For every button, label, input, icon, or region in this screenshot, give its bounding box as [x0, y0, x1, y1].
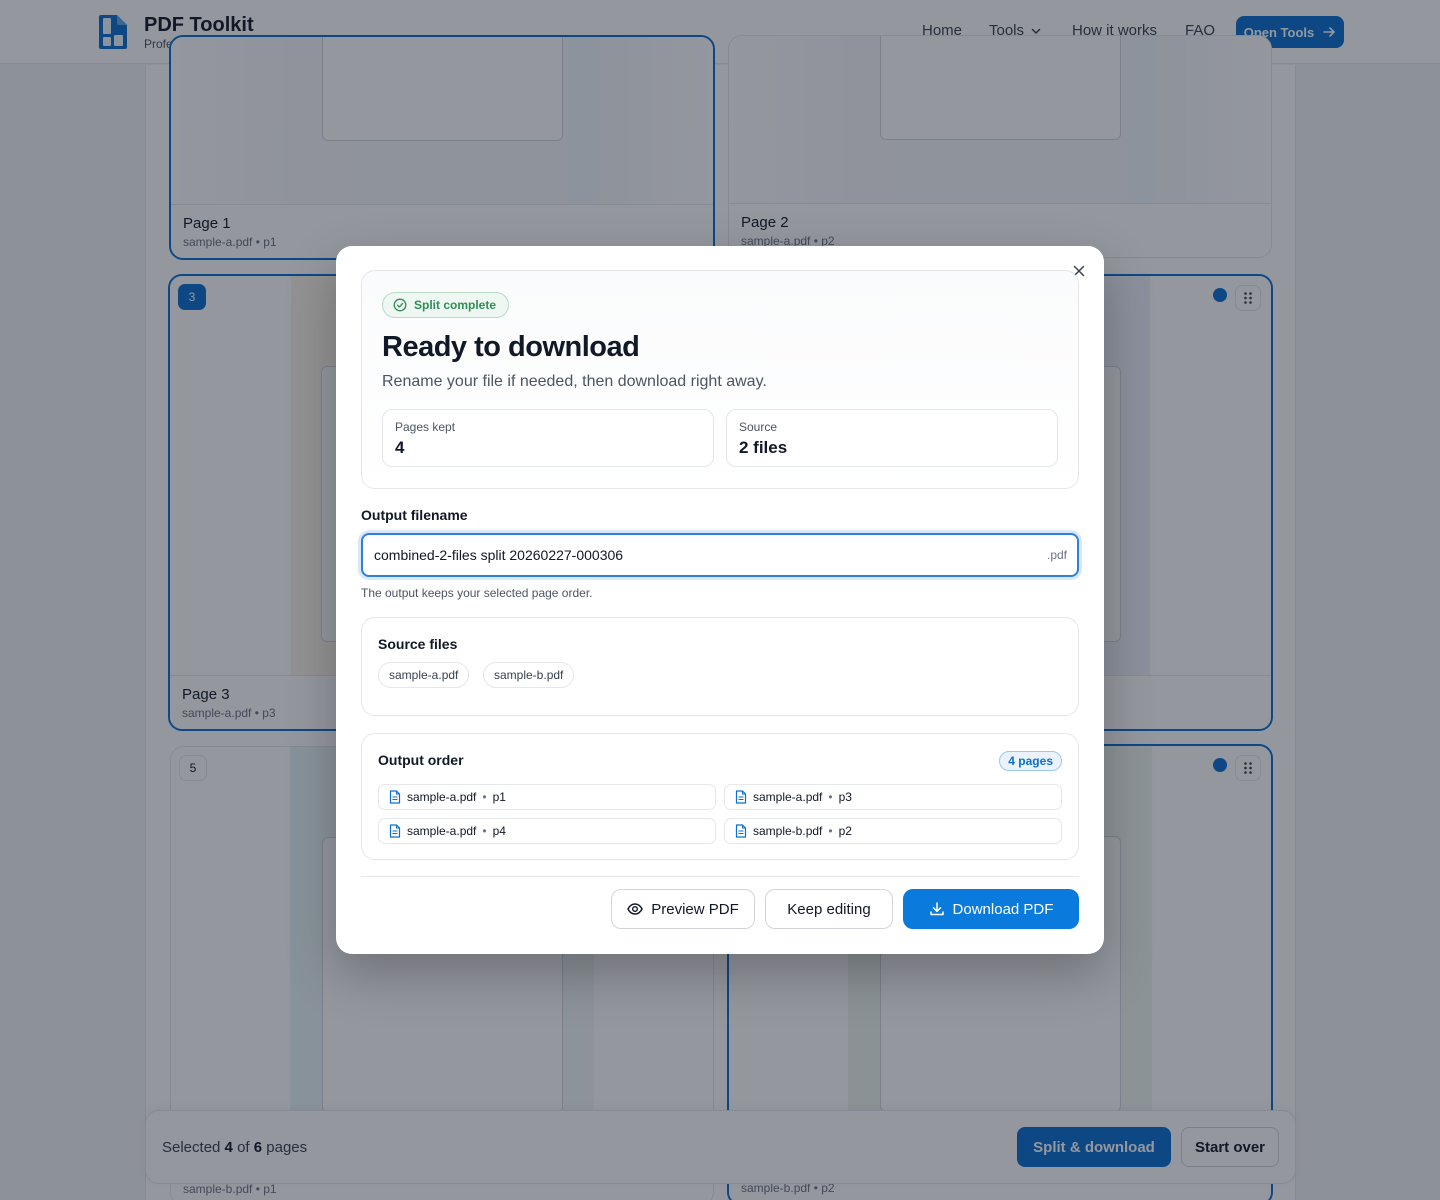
download-icon	[929, 902, 944, 916]
order-page: p2	[838, 824, 852, 838]
source-file-chip: sample-b.pdf	[483, 662, 575, 688]
status-label: Split complete	[414, 298, 497, 312]
filename-input[interactable]	[363, 535, 1023, 575]
order-separator: •	[482, 790, 487, 804]
result-summary: Split complete Ready to download Rename …	[361, 270, 1079, 489]
stat-label: Pages kept	[395, 420, 456, 434]
order-separator: •	[828, 824, 833, 838]
download-dialog: Split complete Ready to download Rename …	[336, 246, 1104, 954]
stat-label: Source	[739, 420, 778, 434]
eye-icon	[627, 903, 643, 915]
order-file: sample-b.pdf	[753, 824, 823, 838]
order-file: sample-a.pdf	[407, 790, 477, 804]
file-icon	[389, 790, 401, 804]
check-circle-icon	[393, 298, 407, 312]
keep-editing-label: Keep editing	[787, 900, 871, 918]
keep-editing-button[interactable]: Keep editing	[765, 889, 893, 929]
order-item: sample-a.pdf • p3	[724, 784, 1062, 810]
page-count-badge: 4 pages	[999, 751, 1062, 771]
source-files-title: Source files	[378, 636, 458, 652]
order-file: sample-a.pdf	[753, 790, 823, 804]
filename-label: Output filename	[361, 507, 468, 523]
stat-pages-kept: Pages kept 4	[382, 409, 714, 467]
download-pdf-label: Download PDF	[952, 900, 1054, 918]
preview-pdf-button[interactable]: Preview PDF	[611, 889, 755, 929]
footer-divider	[361, 876, 1079, 877]
file-icon	[735, 790, 747, 804]
filename-extension: .pdf	[1046, 548, 1067, 562]
stat-source: Source 2 files	[726, 409, 1058, 467]
order-separator: •	[482, 824, 487, 838]
order-item: sample-a.pdf • p4	[378, 818, 716, 844]
order-page: p1	[492, 790, 506, 804]
order-file: sample-a.pdf	[407, 824, 477, 838]
order-page: p3	[838, 790, 852, 804]
filename-help-text: The output keeps your selected page orde…	[361, 586, 593, 600]
output-order-title: Output order	[378, 752, 464, 768]
preview-pdf-label: Preview PDF	[651, 900, 739, 918]
order-page: p4	[492, 824, 506, 838]
stat-value: 2 files	[739, 438, 788, 457]
order-item: sample-b.pdf • p2	[724, 818, 1062, 844]
status-badge: Split complete	[382, 292, 510, 318]
file-icon	[735, 824, 747, 838]
source-files-panel: Source files sample-a.pdf sample-b.pdf	[361, 617, 1079, 716]
output-order-panel: Output order 4 pages sample-a.pdf • p1 s…	[361, 733, 1079, 860]
dialog-subtitle: Rename your file if needed, then downloa…	[382, 373, 767, 390]
filename-field: .pdf	[361, 533, 1079, 577]
source-file-chip: sample-a.pdf	[378, 662, 470, 688]
stat-value: 4	[395, 438, 405, 457]
order-item: sample-a.pdf • p1	[378, 784, 716, 810]
order-separator: •	[828, 790, 833, 804]
download-pdf-button[interactable]: Download PDF	[903, 889, 1079, 929]
dialog-title: Ready to download	[382, 331, 640, 363]
file-icon	[389, 824, 401, 838]
